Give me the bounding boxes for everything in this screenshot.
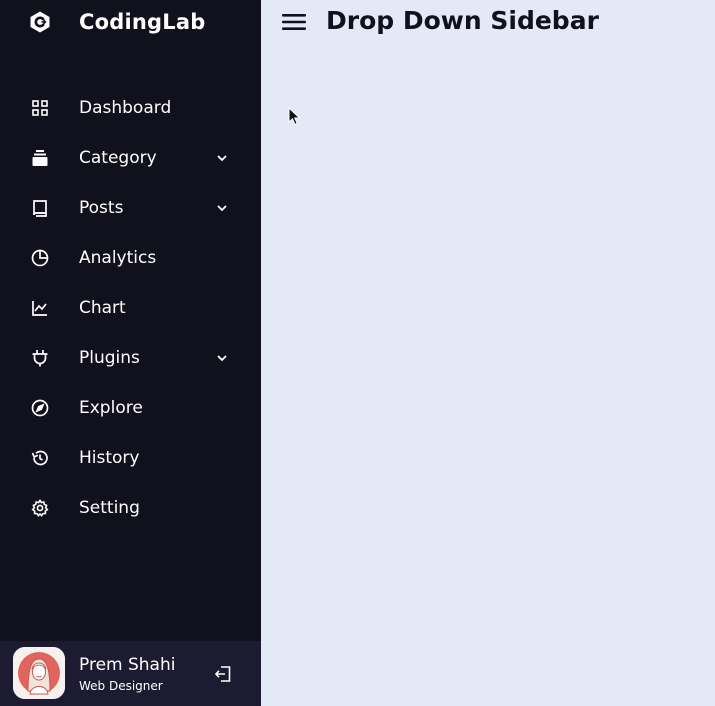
pie-chart-icon bbox=[30, 248, 50, 268]
page-title: Drop Down Sidebar bbox=[326, 6, 599, 35]
sidebar-item-category[interactable]: Category bbox=[0, 133, 261, 183]
mouse-cursor-icon bbox=[288, 106, 302, 127]
nav-links: Dashboard Category Posts Analytics Chart… bbox=[0, 83, 261, 533]
compass-icon bbox=[30, 398, 50, 418]
grid-icon bbox=[30, 98, 50, 118]
book-icon bbox=[30, 198, 50, 218]
sidebar-item-label: Category bbox=[79, 148, 157, 168]
profile-details: Prem Shahi Web Designer bbox=[0, 641, 261, 706]
sidebar-item-label: Explore bbox=[79, 398, 143, 418]
plug-icon bbox=[30, 348, 50, 368]
sidebar-item-dashboard[interactable]: Dashboard bbox=[0, 83, 261, 133]
codinglab-logo-icon bbox=[28, 10, 52, 34]
profile-job: Web Designer bbox=[79, 679, 163, 693]
chevron-down-icon[interactable] bbox=[214, 350, 230, 366]
sidebar-item-label: Dashboard bbox=[79, 98, 172, 118]
home-section: Drop Down Sidebar bbox=[261, 0, 715, 706]
sidebar-item-label: Plugins bbox=[79, 348, 140, 368]
chevron-down-icon[interactable] bbox=[214, 150, 230, 166]
sidebar-item-explore[interactable]: Explore bbox=[0, 383, 261, 433]
sidebar-item-label: Chart bbox=[79, 298, 126, 318]
sidebar-item-analytics[interactable]: Analytics bbox=[0, 233, 261, 283]
cog-icon bbox=[30, 498, 50, 518]
logo-details: CodingLab bbox=[0, 0, 261, 44]
sidebar-item-history[interactable]: History bbox=[0, 433, 261, 483]
sidebar-item-posts[interactable]: Posts bbox=[0, 183, 261, 233]
sidebar-item-chart[interactable]: Chart bbox=[0, 283, 261, 333]
sidebar-item-label: Posts bbox=[79, 198, 124, 218]
line-chart-icon bbox=[30, 298, 50, 318]
sidebar-item-setting[interactable]: Setting bbox=[0, 483, 261, 533]
sidebar-item-label: Analytics bbox=[79, 248, 157, 268]
logo-name: CodingLab bbox=[79, 10, 206, 34]
history-icon bbox=[30, 448, 50, 468]
sidebar-item-label: History bbox=[79, 448, 140, 468]
hamburger-menu-icon[interactable] bbox=[280, 9, 308, 35]
sidebar: CodingLab Dashboard Category Posts Analy… bbox=[0, 0, 261, 706]
collection-icon bbox=[30, 148, 50, 168]
chevron-down-icon[interactable] bbox=[214, 200, 230, 216]
profile-name: Prem Shahi bbox=[79, 655, 176, 675]
sidebar-item-label: Setting bbox=[79, 498, 140, 518]
avatar bbox=[13, 647, 65, 699]
sidebar-item-plugins[interactable]: Plugins bbox=[0, 333, 261, 383]
logout-icon[interactable] bbox=[212, 663, 234, 685]
